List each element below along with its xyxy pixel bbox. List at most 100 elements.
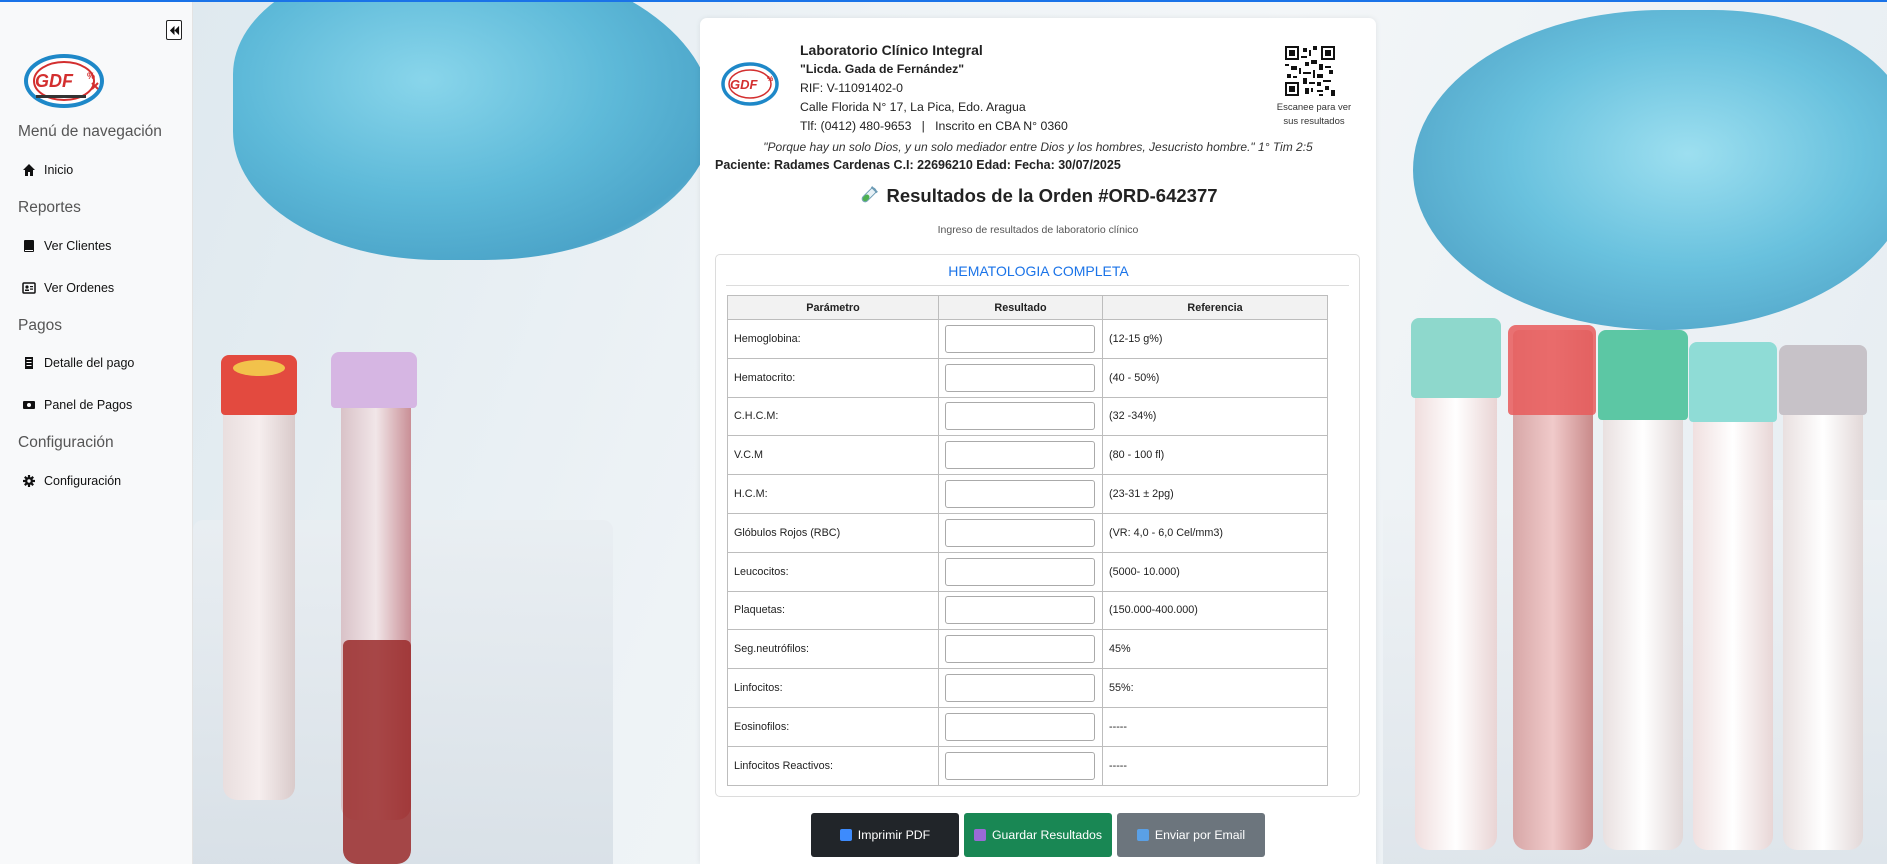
floppy-disk-icon: [973, 829, 986, 841]
sidebar-item-label: Ver Clientes: [44, 239, 112, 253]
lab-owner: "Licda. Gada de Fernández": [800, 62, 965, 76]
reference-cell: (23-31 ± 2pg): [1102, 474, 1328, 514]
svg-text:%: %: [87, 71, 95, 81]
sidebar-item-label: Detalle del pago: [44, 356, 135, 370]
result-input[interactable]: [945, 363, 1095, 392]
sidebar-item-detalle-del-pago[interactable]: Detalle del pago: [22, 356, 134, 370]
send-email-label: Enviar por Email: [1154, 828, 1246, 842]
parameter-cell: C.H.C.M:: [727, 396, 939, 437]
result-input[interactable]: [945, 402, 1095, 431]
lab-rif: RIF: V-11091402-0: [800, 81, 903, 95]
lab-address: Calle Florida N° 17, La Pica, Edo. Aragu…: [800, 100, 1026, 114]
reference-cell: (5000- 10.000): [1102, 551, 1328, 592]
double-chevron-left-icon: [169, 25, 179, 35]
sidebar-item-label: Panel de Pagos: [44, 398, 133, 412]
parameter-cell: Linfocitos:: [727, 668, 939, 708]
reference-cell: (150.000-400.000): [1102, 590, 1328, 631]
order-subtitle: Ingreso de resultados de laboratorio clí…: [937, 224, 1139, 236]
table-row: Plaquetas: (150.000-400.000): [727, 590, 1328, 631]
section-title: HEMATOLOGIA COMPLETA: [948, 263, 1129, 279]
result-cell: [938, 435, 1103, 476]
lab-info: Laboratorio Clínico Integral "Licda. Gad…: [800, 41, 1068, 136]
result-cell: [938, 629, 1103, 670]
money-icon: [23, 401, 35, 409]
parameter-cell: H.C.M:: [727, 474, 939, 514]
lab-phone: Tlf: (0412) 480-9653 | Inscrito en CBA N…: [800, 119, 1068, 133]
table-row: Seg.neutrófilos: 45%: [727, 629, 1328, 670]
reference-cell: (80 - 100 fl): [1102, 435, 1328, 476]
result-cell: [938, 474, 1103, 514]
book-icon: [24, 240, 34, 252]
collapse-sidebar-button[interactable]: [166, 20, 182, 40]
table-row: Hematocrito: (40 - 50%): [727, 357, 1328, 398]
result-input[interactable]: [945, 324, 1095, 353]
hematology-section: HEMATOLOGIA COMPLETA Parámetro Resultado…: [715, 254, 1360, 797]
gdf-logo: GDF %: [721, 62, 779, 106]
svg-text:GDF: GDF: [35, 71, 74, 91]
parameter-cell: Leucocitos:: [727, 551, 939, 592]
sidebar-item-label: Ver Ordenes: [44, 281, 115, 295]
table-row: Hemoglobina: (12-15 g%): [727, 319, 1328, 359]
reference-cell: (12-15 g%): [1102, 319, 1328, 359]
save-results-button[interactable]: Guardar Resultados: [964, 813, 1112, 857]
sidebar-item-inicio[interactable]: Inicio: [22, 163, 73, 177]
parameter-cell: Eosinofilos:: [727, 706, 939, 747]
print-pdf-button[interactable]: Imprimir PDF: [811, 813, 959, 857]
result-cell: [938, 512, 1103, 553]
nav-heading: Menú de navegación: [18, 123, 162, 140]
print-pdf-label: Imprimir PDF: [857, 828, 931, 842]
result-cell: [938, 668, 1103, 708]
result-input[interactable]: [945, 596, 1095, 625]
result-input[interactable]: [945, 557, 1095, 586]
result-cell: [938, 396, 1103, 437]
sidebar-item-label: Inicio: [44, 163, 74, 177]
reference-cell: 55%:: [1102, 668, 1328, 708]
reference-cell: -----: [1102, 745, 1328, 786]
reference-cell: (32 -34%): [1102, 396, 1328, 437]
result-input[interactable]: [945, 712, 1095, 741]
sidebar-item-configuracion[interactable]: Configuración: [22, 474, 121, 488]
id-card-icon: [22, 282, 36, 294]
save-results-label: Guardar Resultados: [991, 828, 1103, 842]
sidebar-item-ver-ordenes[interactable]: Ver Ordenes: [22, 281, 114, 295]
reference-cell: 45%: [1102, 629, 1328, 670]
download-icon: [839, 829, 852, 841]
top-accent-line: [0, 0, 1887, 2]
home-icon: [23, 164, 35, 176]
result-input[interactable]: [945, 441, 1095, 470]
qr-code: [1285, 46, 1335, 96]
result-input[interactable]: [945, 480, 1095, 509]
table-row: V.C.M (80 - 100 fl): [727, 435, 1328, 476]
lab-name: Laboratorio Clínico Integral: [800, 42, 983, 58]
section-configuracion: Configuración: [18, 434, 114, 451]
column-header-resultado: Resultado: [938, 295, 1103, 320]
result-input[interactable]: [945, 518, 1095, 547]
patient-info: Paciente: Radames Cardenas C.I: 22696210…: [715, 158, 1121, 172]
result-cell: [938, 706, 1103, 747]
order-title: Resultados de la Orden #ORD-642377: [886, 185, 1218, 206]
section-reportes: Reportes: [18, 199, 81, 216]
parameter-cell: V.C.M: [727, 435, 939, 476]
gdf-logo: GDF %: [24, 54, 104, 108]
qr-caption: Escanee para ver sus resultados: [1276, 102, 1352, 127]
send-email-button[interactable]: Enviar por Email: [1117, 813, 1265, 857]
sidebar-item-ver-clientes[interactable]: Ver Clientes: [22, 239, 111, 253]
sidebar-item-label: Configuración: [44, 474, 122, 488]
page-title: Resultados de la Orden #ORD-642377: [700, 185, 1376, 207]
section-pagos: Pagos: [18, 317, 62, 334]
bible-verse: "Porque hay un solo Dios, y un solo medi…: [763, 140, 1313, 154]
results-table: Parámetro Resultado Referencia Hemoglobi…: [727, 295, 1328, 786]
result-cell: [938, 551, 1103, 592]
table-row: Glóbulos Rojos (RBC) (VR: 4,0 - 6,0 Cel/m…: [727, 512, 1328, 553]
reference-cell: (VR: 4,0 - 6,0 Cel/mm3): [1102, 512, 1328, 553]
column-header-referencia: Referencia: [1102, 295, 1328, 320]
parameter-cell: Hematocrito:: [727, 357, 939, 398]
reference-cell: -----: [1102, 706, 1328, 747]
result-input[interactable]: [945, 751, 1095, 780]
result-input[interactable]: [945, 635, 1095, 664]
table-row: Linfocitos Reactivos: -----: [727, 745, 1328, 786]
divider: [726, 285, 1349, 286]
result-input[interactable]: [945, 674, 1095, 703]
sidebar-item-panel-de-pagos[interactable]: Panel de Pagos: [22, 398, 132, 412]
result-cell: [938, 319, 1103, 359]
